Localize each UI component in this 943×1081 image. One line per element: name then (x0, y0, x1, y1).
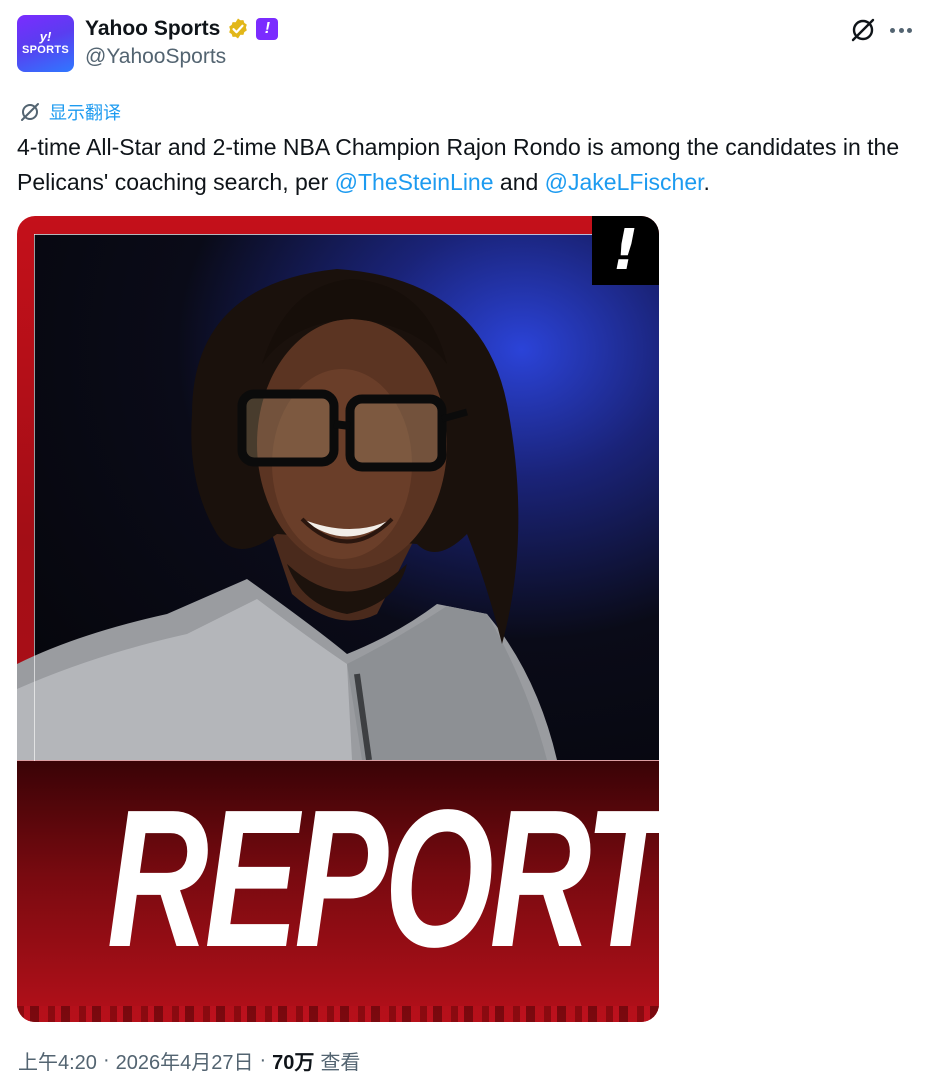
avatar-word: SPORTS (21, 43, 70, 56)
avatar-mark: y! (39, 28, 52, 44)
more-dot (907, 27, 912, 33)
player-photo (17, 269, 557, 760)
grok-icon[interactable] (849, 16, 877, 44)
meta-separator: · (102, 1048, 110, 1071)
author-name-row: Yahoo Sports ! (85, 16, 279, 42)
affiliate-badge-icon[interactable]: ! (256, 18, 279, 40)
tweet-text-connector: and (493, 169, 545, 195)
translate-link[interactable]: 显示翻译 (19, 100, 121, 124)
more-dot (890, 27, 895, 33)
tweet-media-image[interactable]: ! REPORT (17, 216, 659, 1022)
translate-label: 显示翻译 (49, 103, 121, 123)
media-headline: REPORT (106, 769, 659, 988)
decorative-texture (17, 1006, 659, 1022)
author-handle[interactable]: @YahooSports (85, 45, 226, 69)
tweet-date[interactable]: 2026年4月27日 (116, 1046, 254, 1075)
exclamation-badge: ! (592, 216, 659, 285)
views-label: 查看 (320, 1051, 361, 1074)
more-dot (898, 27, 904, 33)
mention-link[interactable]: @TheSteinLine (335, 169, 494, 195)
tweet-text: 4-time All-Star and 2-time NBA Champion … (17, 130, 917, 200)
tweet-meta: 上午4:20 · 2026年4月27日 · 70万 查看 (18, 1046, 360, 1074)
frame-line (17, 760, 659, 761)
more-options-icon[interactable] (888, 17, 914, 43)
views-count[interactable]: 70万 (272, 1046, 314, 1075)
author-display-name[interactable]: Yahoo Sports (85, 17, 220, 41)
author-avatar[interactable]: y! SPORTS (17, 15, 74, 72)
mention-link[interactable]: @JakeLFischer (545, 169, 704, 195)
translate-icon (21, 103, 39, 121)
tweet-time[interactable]: 上午4:20 (18, 1046, 97, 1075)
meta-separator: · (259, 1048, 267, 1071)
verified-badge-icon[interactable] (226, 17, 250, 41)
frame-line (34, 234, 659, 235)
tweet-card: y! SPORTS Yahoo Sports ! @YahooSports 显示… (0, 0, 943, 1081)
tweet-text-suffix: . (703, 169, 710, 195)
